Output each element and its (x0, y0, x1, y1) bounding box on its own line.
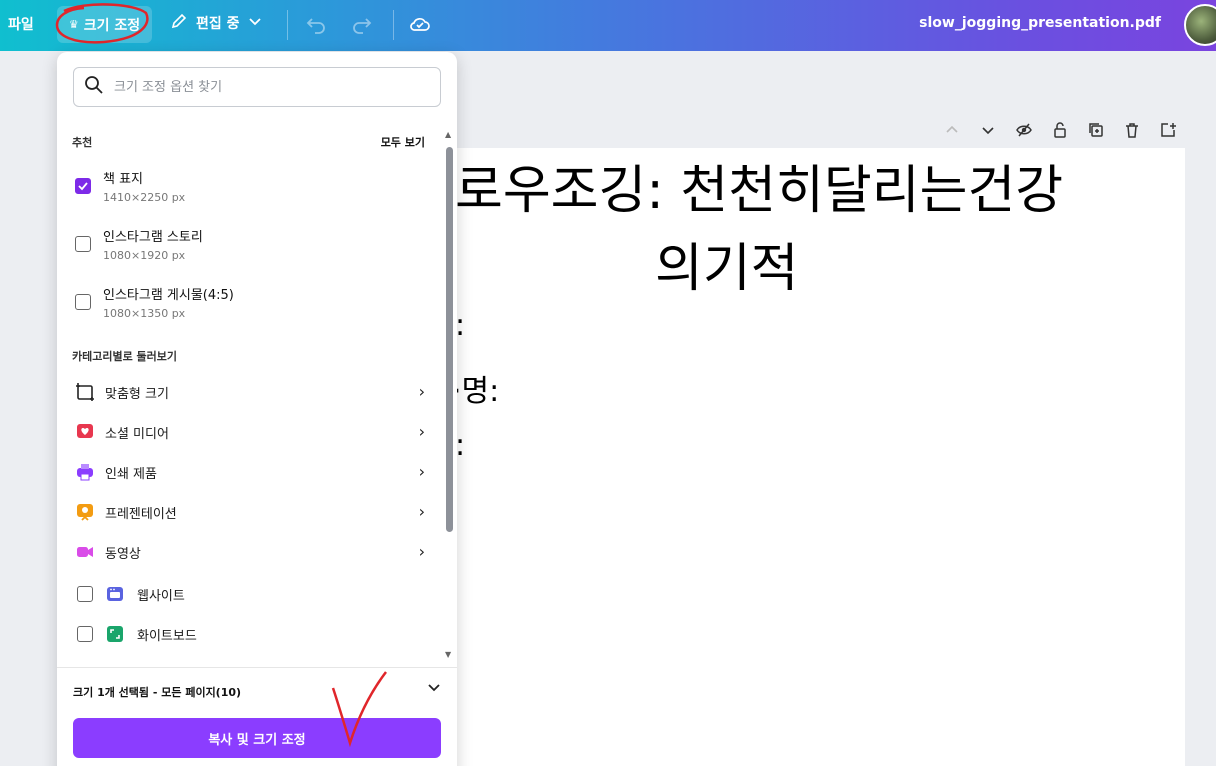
chevron-down-icon[interactable] (427, 680, 441, 698)
toolbar-divider (393, 10, 394, 40)
chevron-up-icon[interactable] (940, 118, 964, 142)
crown-icon: ♛ (68, 18, 79, 31)
scroll-up-icon[interactable]: ▲ (445, 130, 451, 139)
trash-icon[interactable] (1120, 118, 1144, 142)
list-item-website[interactable]: 웹사이트 (77, 584, 185, 604)
see-all-link[interactable]: 모두 보기 (381, 134, 425, 150)
duplicate-icon[interactable] (1084, 118, 1108, 142)
option-name: 인스타그램 스토리 (103, 230, 203, 245)
chevron-right-icon: › (418, 542, 425, 561)
edit-mode-label: 편집 중 (196, 16, 240, 32)
category-text: 인쇄 제품 (105, 466, 157, 482)
edit-mode-dropdown[interactable]: 편집 중 (170, 12, 262, 34)
resize-button[interactable]: ♛ 크기 조정 (57, 6, 152, 43)
option-name: 인스타그램 게시물(4:5) (103, 288, 234, 303)
title-line-2: 의기적 (655, 239, 799, 299)
category-label: 카테고리별로 둘러보기 (72, 350, 178, 363)
search-input[interactable] (114, 79, 414, 95)
scrollbar-thumb[interactable] (446, 147, 453, 532)
file-menu[interactable]: 파일 (8, 14, 34, 34)
category-print[interactable]: 인쇄 제품 › (75, 460, 425, 484)
search-field[interactable] (73, 67, 441, 107)
option-size: 1410×2250 px (103, 191, 186, 204)
resize-panel: 추천 모두 보기 책 표지 1410×2250 px 인스타그램 스토리 108… (57, 52, 457, 766)
checkbox-checked[interactable] (75, 178, 91, 194)
category-text: 프레젠테이션 (105, 506, 177, 522)
chevron-right-icon: › (418, 502, 425, 521)
chevron-down-icon[interactable] (976, 118, 1000, 142)
print-icon (75, 462, 95, 482)
category-presentation[interactable]: 프레젠테이션 › (75, 500, 425, 524)
item-label: 화이트보드 (137, 628, 197, 644)
category-video[interactable]: 동영상 › (75, 540, 425, 564)
social-media-icon (75, 422, 95, 442)
redo-icon[interactable] (350, 12, 374, 36)
chevron-right-icon: › (418, 422, 425, 441)
category-text: 동영상 (105, 546, 141, 562)
website-icon (105, 584, 125, 604)
whiteboard-icon (105, 624, 125, 644)
presentation-icon (75, 502, 95, 522)
pencil-icon (170, 12, 188, 34)
toolbar-divider (287, 10, 288, 40)
undo-icon[interactable] (304, 12, 328, 36)
checkbox[interactable] (75, 236, 91, 252)
option-size: 1080×1350 px (103, 307, 186, 320)
cloud-saved-icon[interactable] (408, 12, 432, 36)
category-text: 소셜 미디어 (105, 426, 169, 442)
chevron-right-icon: › (418, 382, 425, 401)
hide-eye-icon[interactable] (1012, 118, 1036, 142)
document-filename[interactable]: slow_jogging_presentation.pdf (919, 15, 1161, 31)
video-icon (75, 542, 95, 562)
category-social-media[interactable]: 소셜 미디어 › (75, 420, 425, 444)
list-item[interactable]: 책 표지 1410×2250 px (75, 168, 185, 204)
chevron-down-icon (248, 14, 262, 32)
recommended-label: 추천 (72, 136, 93, 149)
option-name: 책 표지 (103, 172, 144, 187)
selection-summary: 크기 1개 선택됨 - 모든 페이지(10) (73, 686, 242, 699)
page-title: 로우조깅: 천천히달리는건강 의기적 (455, 152, 1105, 308)
avatar[interactable] (1184, 4, 1216, 46)
selection-footer: 크기 1개 선택됨 - 모든 페이지(10) 복사 및 크기 조정 (57, 667, 457, 766)
list-item-whiteboard[interactable]: 화이트보드 (77, 624, 197, 644)
checkbox[interactable] (77, 626, 93, 642)
option-size: 1080×1920 px (103, 249, 186, 262)
list-item[interactable]: 인스타그램 스토리 1080×1920 px (75, 226, 203, 262)
chevron-right-icon: › (418, 462, 425, 481)
scroll-down-icon[interactable]: ▼ (445, 650, 451, 659)
add-page-icon[interactable] (1156, 118, 1180, 142)
unlock-icon[interactable] (1048, 118, 1072, 142)
resize-label: 크기 조정 (83, 17, 141, 34)
title-line-1: 로우조깅: 천천히달리는건강 (455, 161, 1064, 221)
custom-size-icon (75, 382, 95, 402)
category-text: 맞춤형 크기 (105, 386, 169, 402)
item-label: 웹사이트 (137, 588, 185, 604)
top-toolbar: 파일 ♛ 크기 조정 편집 중 slow_jogging_presentatio… (0, 0, 1216, 51)
checkbox[interactable] (77, 586, 93, 602)
category-custom-size[interactable]: 맞춤형 크기 › (75, 380, 425, 404)
page-toolbar (940, 118, 1180, 142)
copy-and-resize-button[interactable]: 복사 및 크기 조정 (73, 718, 441, 758)
checkbox[interactable] (75, 294, 91, 310)
list-item[interactable]: 인스타그램 게시물(4:5) 1080×1350 px (75, 284, 234, 320)
search-icon (84, 75, 104, 99)
page-text-line: ·명: (452, 374, 500, 409)
